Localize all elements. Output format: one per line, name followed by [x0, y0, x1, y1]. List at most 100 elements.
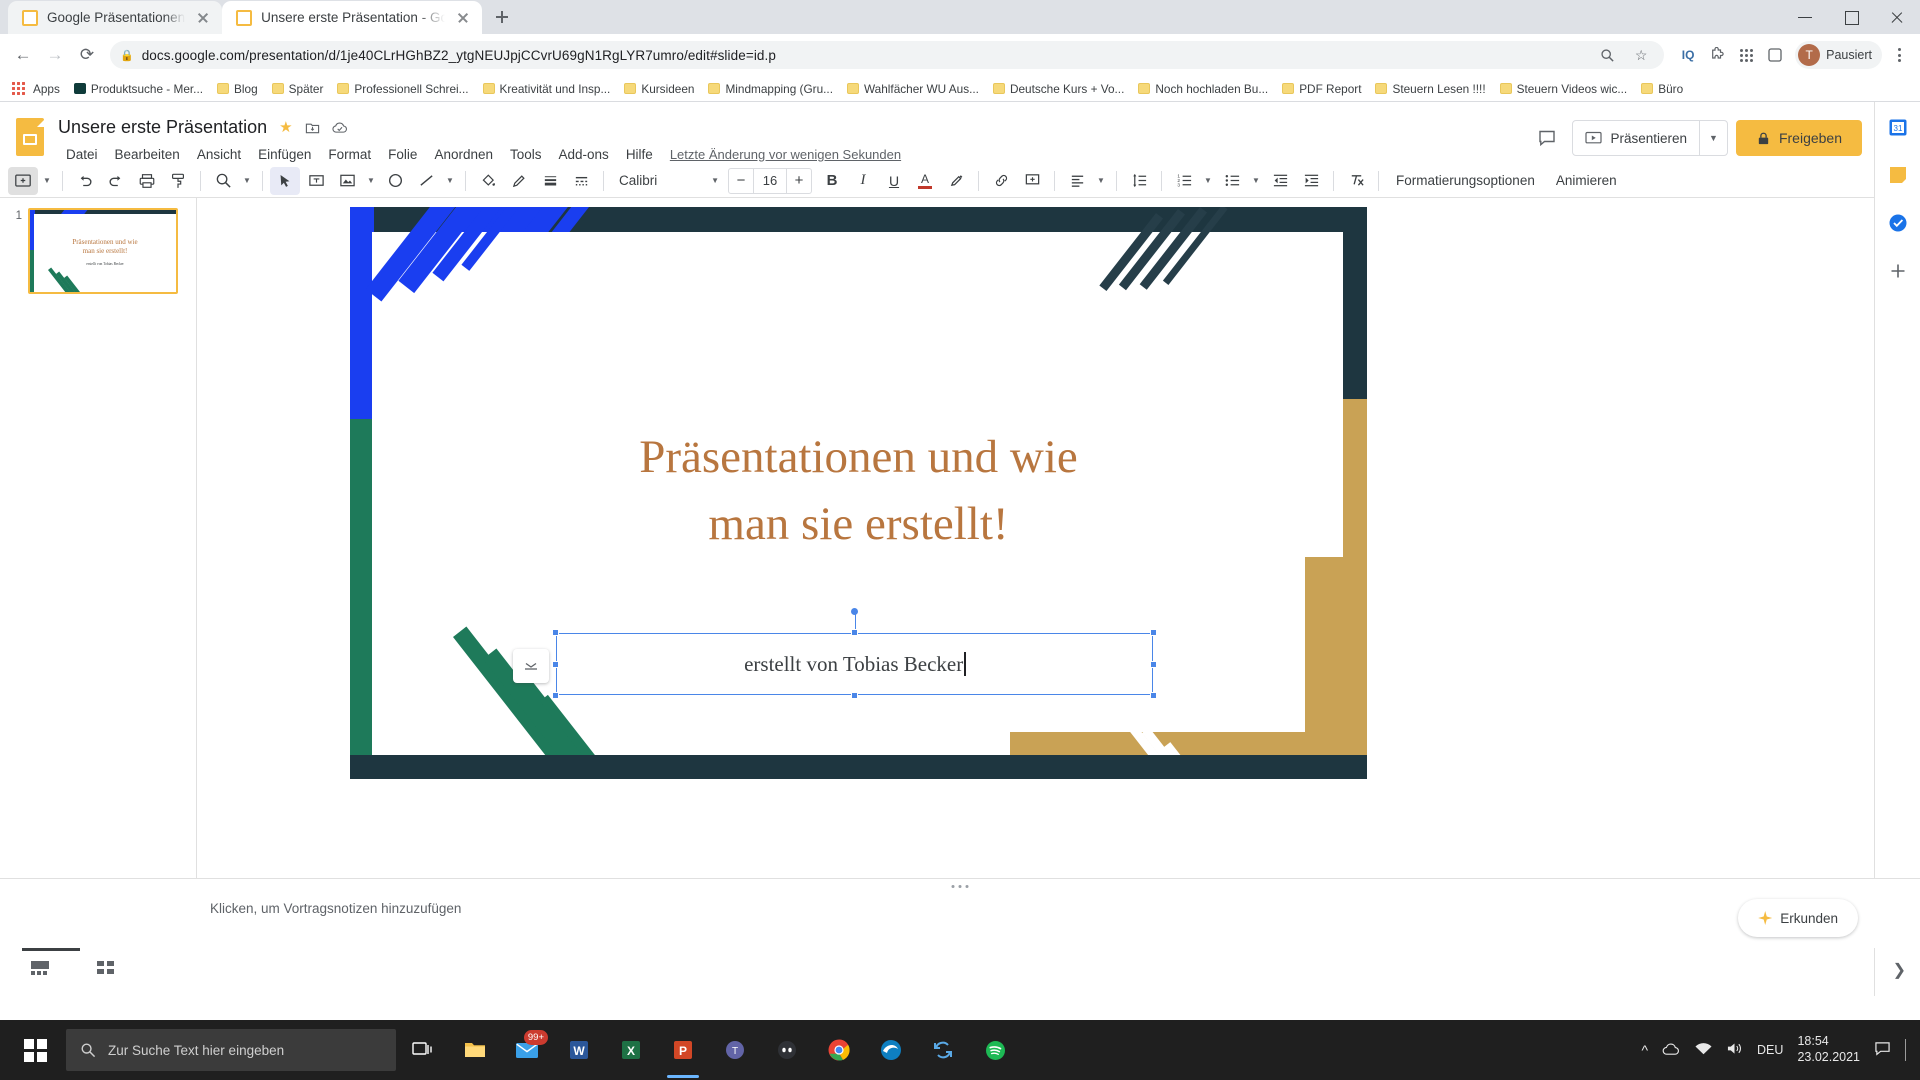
- mail-icon[interactable]: 99+: [502, 1020, 552, 1080]
- move-to-folder-icon[interactable]: [305, 120, 320, 135]
- word-icon[interactable]: W: [554, 1020, 604, 1080]
- bookmark-item[interactable]: Steuern Videos wic...: [1494, 79, 1634, 99]
- slide-subtitle-textbox[interactable]: erstellt von Tobias Becker: [513, 608, 1158, 699]
- menu-datei[interactable]: Datei: [58, 144, 106, 165]
- align-icon[interactable]: [1062, 167, 1092, 195]
- minimize-button[interactable]: [1782, 0, 1828, 34]
- decrease-font-size-button[interactable]: −: [729, 169, 753, 193]
- bookmark-star-icon[interactable]: ☆: [1628, 42, 1654, 68]
- bold-button[interactable]: B: [817, 167, 847, 195]
- new-slide-icon[interactable]: [8, 166, 38, 195]
- border-dash-icon[interactable]: [566, 167, 596, 195]
- comment-icon[interactable]: [1530, 121, 1564, 155]
- calendar-icon[interactable]: 31: [1883, 112, 1913, 142]
- tab-close-icon[interactable]: [194, 9, 212, 27]
- animate-button[interactable]: Animieren: [1546, 167, 1627, 195]
- edge-icon[interactable]: [866, 1020, 916, 1080]
- slide-title-textbox[interactable]: Präsentationen und wie man sie erstellt!: [472, 424, 1245, 557]
- select-cursor-icon[interactable]: [270, 166, 300, 195]
- new-tab-button[interactable]: [488, 3, 516, 31]
- iq-extension-icon[interactable]: IQ: [1674, 41, 1702, 69]
- last-edit-status[interactable]: Letzte Änderung vor wenigen Sekunden: [670, 147, 901, 162]
- insert-image-icon[interactable]: [332, 167, 362, 195]
- indent-icon[interactable]: [1296, 167, 1326, 195]
- share-button[interactable]: Freigeben: [1735, 120, 1862, 156]
- bookmark-item[interactable]: Deutsche Kurs + Vo...: [987, 79, 1130, 99]
- reload-button[interactable]: ⟳: [72, 40, 102, 70]
- present-dropdown-icon[interactable]: ▼: [1700, 121, 1727, 155]
- bookmark-item[interactable]: PDF Report: [1276, 79, 1367, 99]
- three-dots-menu-icon[interactable]: [1886, 40, 1912, 70]
- underline-button[interactable]: U: [879, 167, 909, 195]
- notes-resize-handle[interactable]: [951, 885, 969, 888]
- line-spacing-icon[interactable]: [1124, 167, 1154, 195]
- page-title[interactable]: Unsere erste Präsentation: [58, 117, 267, 138]
- profile-button[interactable]: T Pausiert: [1795, 41, 1882, 69]
- present-button[interactable]: Präsentieren ▼: [1572, 120, 1728, 156]
- outdent-icon[interactable]: [1265, 167, 1295, 195]
- bookmark-item[interactable]: Später: [266, 79, 330, 99]
- font-size-value[interactable]: 16: [753, 168, 787, 193]
- bookmark-apps[interactable]: Apps: [6, 79, 66, 99]
- zoom-dropdown-icon[interactable]: ▼: [239, 167, 255, 195]
- grid-view-icon[interactable]: [96, 959, 116, 982]
- bookmark-item[interactable]: Kursideen: [618, 79, 700, 99]
- onedrive-icon[interactable]: [1662, 1042, 1681, 1059]
- zoom-search-icon[interactable]: [1594, 42, 1620, 68]
- filmstrip-slide-1[interactable]: 1 Präsentationen und wie man sie erstell…: [0, 208, 196, 294]
- slide-canvas-area[interactable]: Präsentationen und wie man sie erstellt!: [197, 198, 1920, 878]
- bookmark-item[interactable]: Produktsuche - Mer...: [68, 79, 209, 99]
- link-icon[interactable]: [986, 167, 1016, 195]
- bookmark-item[interactable]: Kreativität und Insp...: [477, 79, 617, 99]
- taskbar-clock[interactable]: 18:54 23.02.2021: [1797, 1034, 1860, 1065]
- bookmark-item[interactable]: Noch hochladen Bu...: [1132, 79, 1274, 99]
- fill-color-icon[interactable]: [473, 167, 503, 195]
- new-slide-dropdown-icon[interactable]: ▼: [39, 167, 55, 195]
- clear-formatting-icon[interactable]: [1341, 167, 1371, 195]
- image-dropdown-icon[interactable]: ▼: [363, 167, 379, 195]
- menu-addons[interactable]: Add-ons: [551, 144, 617, 165]
- border-weight-icon[interactable]: [535, 167, 565, 195]
- bookmark-item[interactable]: Mindmapping (Gru...: [702, 79, 839, 99]
- zoom-icon[interactable]: [208, 167, 238, 195]
- speaker-notes-bar[interactable]: Klicken, um Vortragsnotizen hinzuzufügen…: [0, 878, 1920, 948]
- menu-ansicht[interactable]: Ansicht: [189, 144, 249, 165]
- tray-expand-chevron-icon[interactable]: ^: [1641, 1042, 1648, 1058]
- close-window-button[interactable]: [1874, 0, 1920, 34]
- menu-einfuegen[interactable]: Einfügen: [250, 144, 319, 165]
- menu-tools[interactable]: Tools: [502, 144, 550, 165]
- spotify-icon[interactable]: [970, 1020, 1020, 1080]
- format-options-button[interactable]: Formatierungsoptionen: [1386, 167, 1545, 195]
- excel-icon[interactable]: X: [606, 1020, 656, 1080]
- expand-icon[interactable]: ❯: [1893, 960, 1906, 980]
- bulleted-list-icon[interactable]: [1217, 167, 1247, 195]
- keep-icon[interactable]: [1883, 160, 1913, 190]
- browser-tab-1[interactable]: Google Präsentationen: [8, 1, 223, 34]
- slide-editor[interactable]: Präsentationen und wie man sie erstellt!: [350, 207, 1367, 779]
- taskbar-search-input[interactable]: Zur Suche Text hier eingeben: [66, 1029, 396, 1071]
- puzzle-extension-icon[interactable]: [1703, 41, 1731, 69]
- numbered-list-dropdown-icon[interactable]: ▼: [1200, 167, 1216, 195]
- star-icon[interactable]: ★: [279, 118, 292, 136]
- slide-subtitle-text[interactable]: erstellt von Tobias Becker: [556, 633, 1153, 695]
- filmstrip-view-icon[interactable]: [30, 959, 50, 982]
- font-size-stepper[interactable]: − 16 +: [728, 167, 812, 194]
- bookmark-item[interactable]: Wahlfächer WU Aus...: [841, 79, 985, 99]
- text-color-button[interactable]: A: [910, 167, 940, 195]
- chrome-icon[interactable]: [814, 1020, 864, 1080]
- browser-tab-2[interactable]: Unsere erste Präsentation - Goog: [222, 1, 483, 34]
- cloud-saved-icon[interactable]: [332, 120, 348, 135]
- undo-icon[interactable]: [70, 167, 100, 195]
- tasks-icon[interactable]: [1883, 208, 1913, 238]
- bulleted-list-dropdown-icon[interactable]: ▼: [1248, 167, 1264, 195]
- network-icon[interactable]: [1695, 1042, 1712, 1059]
- print-icon[interactable]: [132, 167, 162, 195]
- line-icon[interactable]: [411, 167, 441, 195]
- address-bar[interactable]: 🔒 docs.google.com/presentation/d/1je40CL…: [110, 41, 1665, 69]
- bookmark-item[interactable]: Professionell Schrei...: [331, 79, 474, 99]
- file-explorer-icon[interactable]: [450, 1020, 500, 1080]
- back-button[interactable]: ←: [8, 40, 38, 70]
- slide-thumbnail[interactable]: Präsentationen und wie man sie erstellt!…: [28, 208, 178, 294]
- paint-format-icon[interactable]: [163, 167, 193, 195]
- align-dropdown-icon[interactable]: ▼: [1093, 167, 1109, 195]
